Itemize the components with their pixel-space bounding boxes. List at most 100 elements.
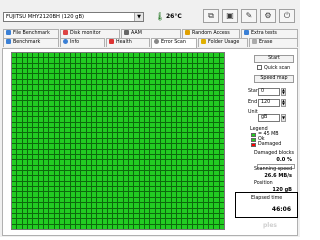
chevron-down-icon[interactable]: ▼	[281, 114, 286, 122]
scan-block	[70, 74, 75, 79]
scan-block	[166, 165, 171, 170]
copy-button[interactable]: ⧉	[203, 9, 219, 23]
scan-block	[171, 101, 177, 106]
scan-block	[214, 138, 219, 144]
scan-block	[102, 181, 107, 187]
tab-disk-monitor[interactable]: Disk monitor	[60, 29, 120, 38]
scan-block	[123, 58, 129, 63]
tab-info[interactable]: Info	[60, 38, 105, 47]
scan-block	[209, 165, 214, 170]
scan-block	[86, 197, 91, 203]
scan-block	[81, 117, 86, 122]
info-button[interactable]: ⚙	[260, 9, 276, 23]
scan-block	[155, 219, 161, 224]
scan-block	[107, 79, 113, 85]
scan-block	[33, 117, 38, 122]
tab-benchmark[interactable]: Benchmark	[3, 38, 59, 47]
scan-block	[113, 69, 118, 74]
scan-block	[54, 133, 59, 138]
scan-block	[81, 165, 86, 170]
drive-select-value: FUJITSU MHY2120BH (120 gB)	[6, 14, 85, 20]
scan-block	[150, 165, 155, 170]
scan-block	[54, 208, 59, 213]
scan-block	[129, 85, 134, 90]
scan-block	[70, 219, 75, 224]
scan-block	[81, 171, 86, 176]
scan-block	[17, 197, 22, 203]
scan-block	[171, 181, 177, 187]
scan-block	[123, 160, 129, 165]
scan-block	[203, 197, 209, 203]
scan-block	[214, 154, 219, 160]
scan-block	[86, 63, 91, 69]
scan-block	[70, 85, 75, 90]
scan-block	[22, 203, 27, 208]
scan-block	[187, 112, 193, 117]
scan-block	[182, 154, 187, 160]
scan-block	[139, 181, 145, 187]
scan-block	[123, 219, 129, 224]
scan-block	[38, 101, 43, 106]
scan-block	[139, 138, 145, 144]
tab-aam[interactable]: AAM	[121, 29, 181, 38]
scan-block	[113, 213, 118, 219]
scan-block	[198, 122, 203, 128]
scan-block	[107, 219, 113, 224]
scan-block	[161, 138, 166, 144]
tab-file-benchmark[interactable]: File Benchmark	[3, 29, 59, 38]
scan-block	[219, 122, 224, 128]
exit-button[interactable]: ⏻	[279, 9, 295, 23]
save-button[interactable]: ▣	[222, 9, 238, 23]
start-button[interactable]: Start	[254, 55, 294, 63]
scan-block	[150, 79, 155, 85]
scan-block	[209, 85, 214, 90]
tab-error-scan[interactable]: Error Scan	[151, 38, 197, 48]
scan-block	[43, 149, 49, 154]
scan-block	[49, 63, 54, 69]
scan-block	[209, 187, 214, 192]
scan-block	[59, 101, 65, 106]
tab-folder-usage[interactable]: Folder Usage	[198, 38, 248, 47]
drive-select[interactable]: FUJITSU MHY2120BH (120 gB) ▼	[3, 12, 144, 22]
scan-block	[12, 90, 17, 95]
scan-block	[107, 69, 113, 74]
end-stepper[interactable]: ▲ ▼	[281, 99, 286, 107]
scan-block	[17, 224, 22, 229]
scan-block	[38, 85, 43, 90]
scan-block	[193, 101, 198, 106]
checkbox-box[interactable]	[257, 65, 262, 70]
scan-block	[209, 53, 214, 58]
scan-block	[214, 176, 219, 181]
scan-block	[214, 122, 219, 128]
unit-select[interactable]: gB	[258, 114, 280, 122]
scan-block	[129, 149, 134, 154]
scan-block	[97, 192, 102, 197]
scan-block	[17, 208, 22, 213]
end-field[interactable]: 120	[258, 99, 280, 107]
scan-block	[102, 176, 107, 181]
scan-block	[91, 90, 97, 95]
scan-block	[145, 197, 150, 203]
scan-block	[12, 74, 17, 79]
scan-block	[145, 128, 150, 133]
tab-random-access[interactable]: Random Access	[182, 29, 240, 38]
scan-block	[70, 208, 75, 213]
start-stepper[interactable]: ▲ ▼	[281, 88, 286, 96]
scan-block	[118, 171, 123, 176]
scan-block	[12, 219, 17, 224]
scan-block	[177, 171, 182, 176]
scan-block	[97, 144, 102, 149]
tab-extra-tests[interactable]: Extra tests	[241, 29, 298, 38]
scan-block	[107, 192, 113, 197]
scan-block	[54, 138, 59, 144]
scan-block	[17, 85, 22, 90]
chevron-down-icon[interactable]: ▼	[134, 13, 143, 21]
elapsed-time-label: Elapsed time	[251, 196, 283, 201]
quick-scan-checkbox[interactable]: Quick scan	[257, 65, 290, 71]
tab-health[interactable]: Health	[106, 38, 150, 47]
options-button[interactable]: ✎	[241, 9, 257, 23]
tab-erase[interactable]: Erase	[249, 38, 298, 47]
start-field[interactable]: 0	[258, 88, 280, 96]
speed-map-button[interactable]: Speed map	[254, 75, 294, 83]
scan-block	[203, 117, 209, 122]
